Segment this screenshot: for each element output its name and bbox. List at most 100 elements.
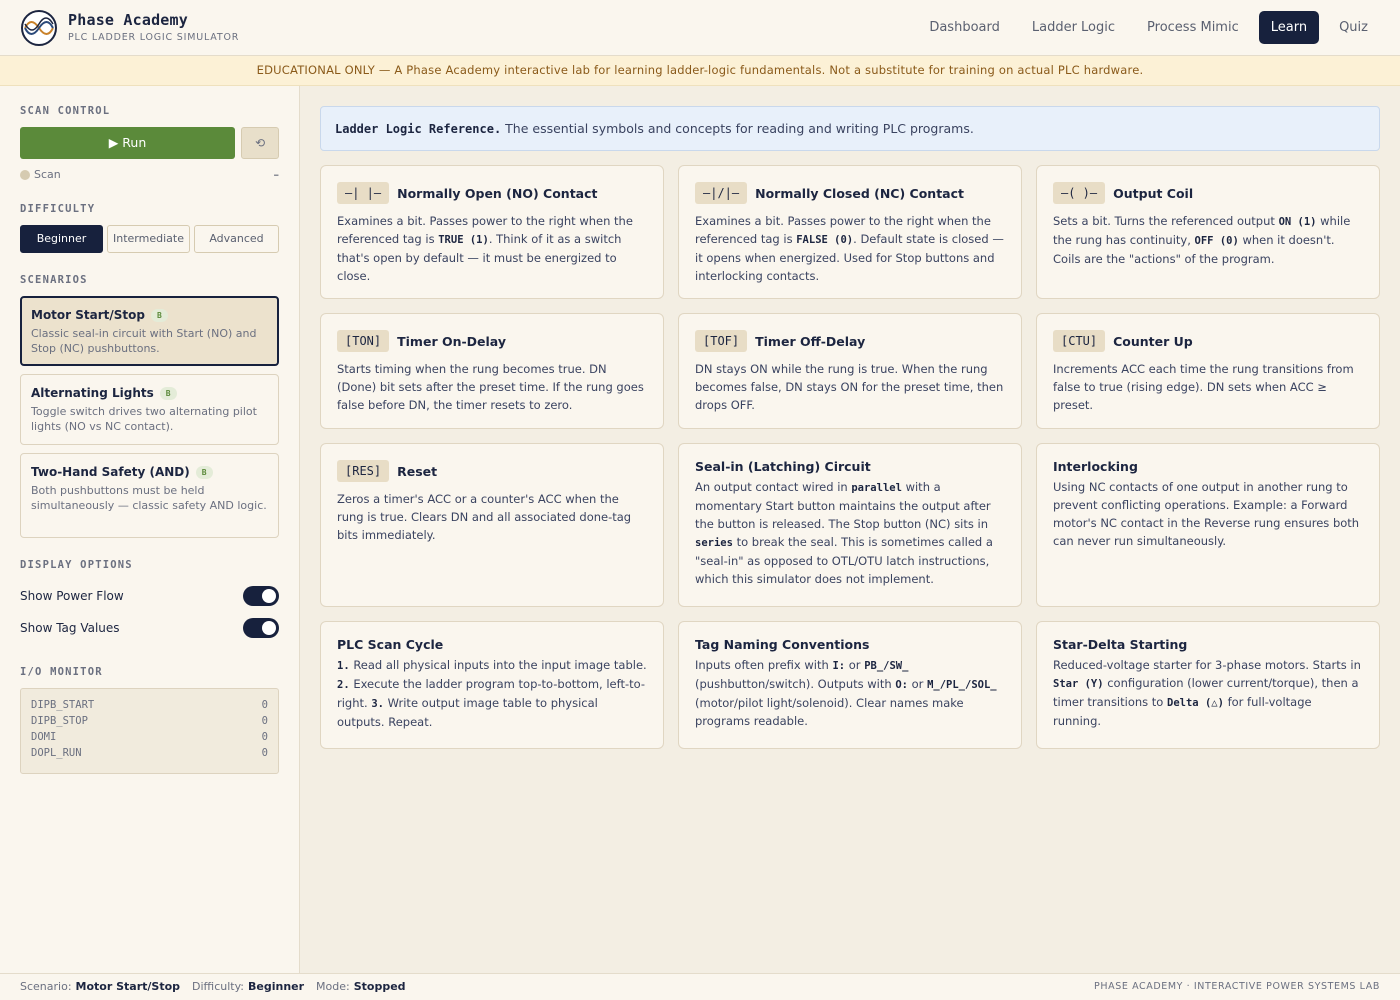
card-body: 1. Read all physical inputs into the inp… [337,658,647,729]
card-tag-naming: Tag Naming Conventions Inputs often pref… [678,621,1022,749]
nav-learn[interactable]: Learn [1258,11,1320,44]
scenario-motor-start-stop[interactable]: Motor Start/Stop B Classic seal-in circui… [20,296,279,366]
card-body: Examines a bit. Passes power to the righ… [695,214,1004,283]
card-body: Examines a bit. Passes power to the righ… [337,214,633,283]
io-tag: DOPL_RUN [31,747,82,759]
io-tag: DIPB_STOP [31,715,88,727]
scenario-alternating-lights[interactable]: Alternating Lights B Toggle switch drives… [20,374,279,445]
main-nav: Dashboard Ladder Logic Process Mimic Lea… [917,11,1380,44]
card-title: Normally Open (NO) Contact [397,185,598,201]
io-row: DIPB_STOP 0 [31,715,268,731]
card-title: Normally Closed (NC) Contact [755,185,964,201]
nav-quiz[interactable]: Quiz [1327,11,1380,44]
educational-banner: EDUCATIONAL ONLY — A Phase Academy inter… [0,56,1400,86]
status-bar: Scenario: Motor Start/Stop Difficulty: B… [0,973,1400,1000]
option-power-flow: Show Power Flow [20,586,279,606]
scan-label: Scan [34,168,61,181]
card-title: Interlocking [1053,459,1138,474]
card-body: Increments ACC each time the rung transi… [1053,362,1354,412]
io-monitor-label: I/O MONITOR [20,666,103,678]
reset-button[interactable]: ⟲ [241,127,279,159]
card-body: DN stays ON while the rung is true. When… [695,362,1004,412]
io-value: 0 [261,747,268,759]
io-value: 0 [261,731,268,743]
app-header: Phase Academy PLC LADDER LOGIC SIMULATOR… [0,0,1400,56]
difficulty-intermediate[interactable]: Intermediate [107,225,190,253]
footer-scenario-label: Scenario: [20,980,72,993]
card-nc-contact: —|/|— Normally Closed (NC) Contact Examin… [678,165,1022,299]
nav-dashboard[interactable]: Dashboard [917,11,1012,44]
reference-desc: The essential symbols and concepts for r… [505,121,974,136]
card-output-coil: —( )— Output Coil Sets a bit. Turns the r… [1036,165,1380,299]
card-title: Reset [397,463,438,479]
scenario-two-hand-safety[interactable]: Two-Hand Safety (AND) B Both pushbuttons … [20,453,279,538]
footer-difficulty-label: Difficulty: [192,980,244,993]
brand-title: Phase Academy [68,11,188,29]
scenario-title: Motor Start/Stop [31,308,145,322]
card-timer-off-delay: [TOF] Timer Off-Delay DN stays ON while t… [678,313,1022,429]
card-counter-up: [CTU] Counter Up Increments ACC each time… [1036,313,1380,429]
logo-icon [21,10,57,46]
footer-brand: PHASE ACADEMY · INTERACTIVE POWER SYSTEM… [1094,981,1380,992]
card-title: Timer Off-Delay [755,333,866,349]
io-tag: DIPB_START [31,699,95,711]
difficulty-badge: B [151,308,168,322]
card-title: Tag Naming Conventions [695,637,870,652]
footer-mode-label: Mode: [316,980,350,993]
card-title: Output Coil [1113,185,1194,201]
card-title: PLC Scan Cycle [337,637,444,652]
card-symbol: [TOF] [695,330,748,352]
card-body: Using NC contacts of one output in anoth… [1053,480,1360,548]
scenario-desc: Toggle switch drives two alternating pil… [31,405,257,433]
card-body: Zeros a timer's ACC or a counter's ACC w… [337,492,632,542]
card-no-contact: —| |— Normally Open (NO) Contact Examines… [320,165,664,299]
main-content: Ladder Logic Reference. The essential sy… [300,86,1400,973]
card-interlocking: Interlocking Using NC contacts of one ou… [1036,443,1380,607]
io-row: DOMI 0 [31,731,268,747]
footer-mode-value: Stopped [353,980,406,993]
io-row: DIPB_START 0 [31,699,268,715]
scenarios-label: SCENARIOS [20,274,88,286]
card-symbol: [TON] [337,330,390,352]
option-tag-values: Show Tag Values [20,618,279,638]
io-tag: DOMI [31,731,57,743]
scan-value: – [273,168,280,181]
difficulty-beginner[interactable]: Beginner [20,225,103,253]
run-button[interactable]: ▶ Run [20,127,235,159]
difficulty-advanced[interactable]: Advanced [194,225,279,253]
card-symbol: —( )— [1053,182,1106,204]
card-star-delta: Star-Delta Starting Reduced-voltage star… [1036,621,1380,749]
sidebar: SCAN CONTROL ▶ Run ⟲ Scan – DIFFICULTY B… [0,86,300,973]
scenario-desc: Both pushbuttons must be held simultaneo… [31,484,267,512]
display-options-label: DISPLAY OPTIONS [20,559,133,571]
card-symbol: [CTU] [1053,330,1106,352]
card-seal-in: Seal-in (Latching) Circuit An output con… [678,443,1022,607]
card-body: An output contact wired in parallel with… [695,480,993,586]
brand: Phase Academy PLC LADDER LOGIC SIMULATOR [68,11,239,43]
card-body: Inputs often prefix with I: or PB_/SW_ (… [695,658,997,728]
card-title: Star-Delta Starting [1053,637,1188,652]
scenario-title: Two-Hand Safety (AND) [31,465,190,479]
nav-ladder-logic[interactable]: Ladder Logic [1020,11,1127,44]
io-value: 0 [261,715,268,727]
card-symbol: [RES] [337,460,390,482]
difficulty-badge: B [195,465,213,479]
option-label: Show Power Flow [20,589,124,603]
brand-subtitle: PLC LADDER LOGIC SIMULATOR [68,32,240,43]
card-body: Reduced-voltage starter for 3-phase moto… [1053,658,1361,728]
card-timer-on-delay: [TON] Timer On-Delay Starts timing when t… [320,313,664,429]
difficulty-selector: Beginner Intermediate Advanced [20,225,279,253]
nav-process-mimic[interactable]: Process Mimic [1135,11,1251,44]
scenario-desc: Classic seal-in circuit with Start (NO) … [31,327,257,355]
power-flow-toggle[interactable] [243,586,279,606]
difficulty-label: DIFFICULTY [20,203,96,215]
card-plc-scan-cycle: PLC Scan Cycle 1. Read all physical inpu… [320,621,664,749]
card-title: Seal-in (Latching) Circuit [695,459,871,474]
tag-values-toggle[interactable] [243,618,279,638]
scan-control-label: SCAN CONTROL [20,105,111,117]
card-title: Counter Up [1113,333,1193,349]
difficulty-badge: B [159,386,177,400]
io-monitor: DIPB_START 0 DIPB_STOP 0 DOMI 0 DOPL_RUN 0 [20,688,279,774]
card-symbol: —|/|— [695,182,748,204]
scan-status: Scan – [20,168,279,181]
